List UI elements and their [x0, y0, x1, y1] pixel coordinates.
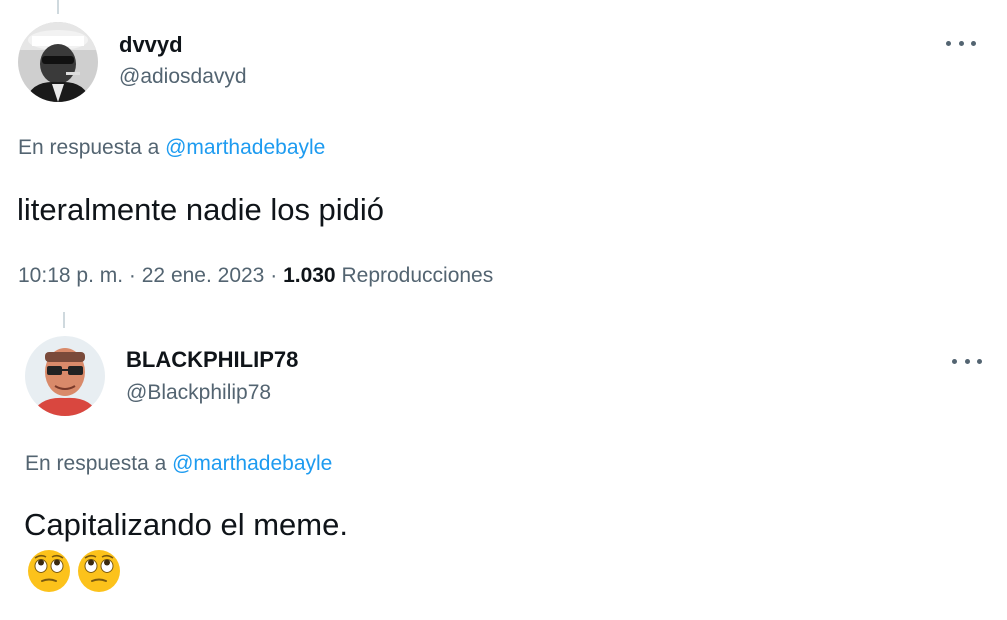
- more-options-icon[interactable]: [952, 354, 982, 368]
- views-count: 1.030: [283, 264, 336, 287]
- tweet-dvvyd[interactable]: dvvyd @adiosdavyd En respuesta a @martha…: [0, 0, 1007, 312]
- reply-to-line: En respuesta a @marthadebayle: [25, 452, 332, 476]
- tweet-time[interactable]: 10:18 p. m.: [18, 264, 123, 287]
- reply-to-line: En respuesta a @marthadebayle: [18, 136, 325, 160]
- avatar[interactable]: [25, 336, 105, 416]
- tweet-date[interactable]: 22 ene. 2023: [142, 264, 265, 287]
- display-name[interactable]: BLACKPHILIP78: [126, 347, 298, 373]
- handle[interactable]: @Blackphilip78: [126, 381, 271, 405]
- face-with-rolling-eyes-icon: [28, 550, 70, 592]
- meta-separator: ·: [270, 264, 278, 287]
- tweet-meta: 10:18 p. m. · 22 ene. 2023 · 1.030 Repro…: [18, 264, 493, 288]
- emoji-row: [26, 548, 122, 594]
- thread-line: [57, 0, 59, 14]
- avatar-dvvyd-image: [18, 22, 98, 102]
- reply-mention-link[interactable]: @marthadebayle: [165, 136, 325, 159]
- reply-mention-link[interactable]: @marthadebayle: [172, 452, 332, 475]
- tweet-text: Capitalizando el meme.: [24, 507, 348, 542]
- tweet-blackphilip78[interactable]: BLACKPHILIP78 @Blackphilip78 En respuest…: [0, 312, 1007, 620]
- avatar[interactable]: [18, 22, 98, 102]
- display-name[interactable]: dvvyd: [119, 32, 183, 58]
- reply-to-prefix: En respuesta a: [18, 136, 160, 159]
- face-with-rolling-eyes-icon: [78, 550, 120, 592]
- handle[interactable]: @adiosdavyd: [119, 65, 247, 89]
- tweet-text: literalmente nadie los pidió: [17, 192, 385, 227]
- more-options-icon[interactable]: [946, 36, 976, 50]
- views-label: Reproducciones: [341, 264, 494, 287]
- avatar-blackphilip78-image: [25, 336, 105, 416]
- thread-line: [63, 312, 65, 328]
- meta-separator: ·: [128, 264, 136, 287]
- reply-to-prefix: En respuesta a: [25, 452, 167, 475]
